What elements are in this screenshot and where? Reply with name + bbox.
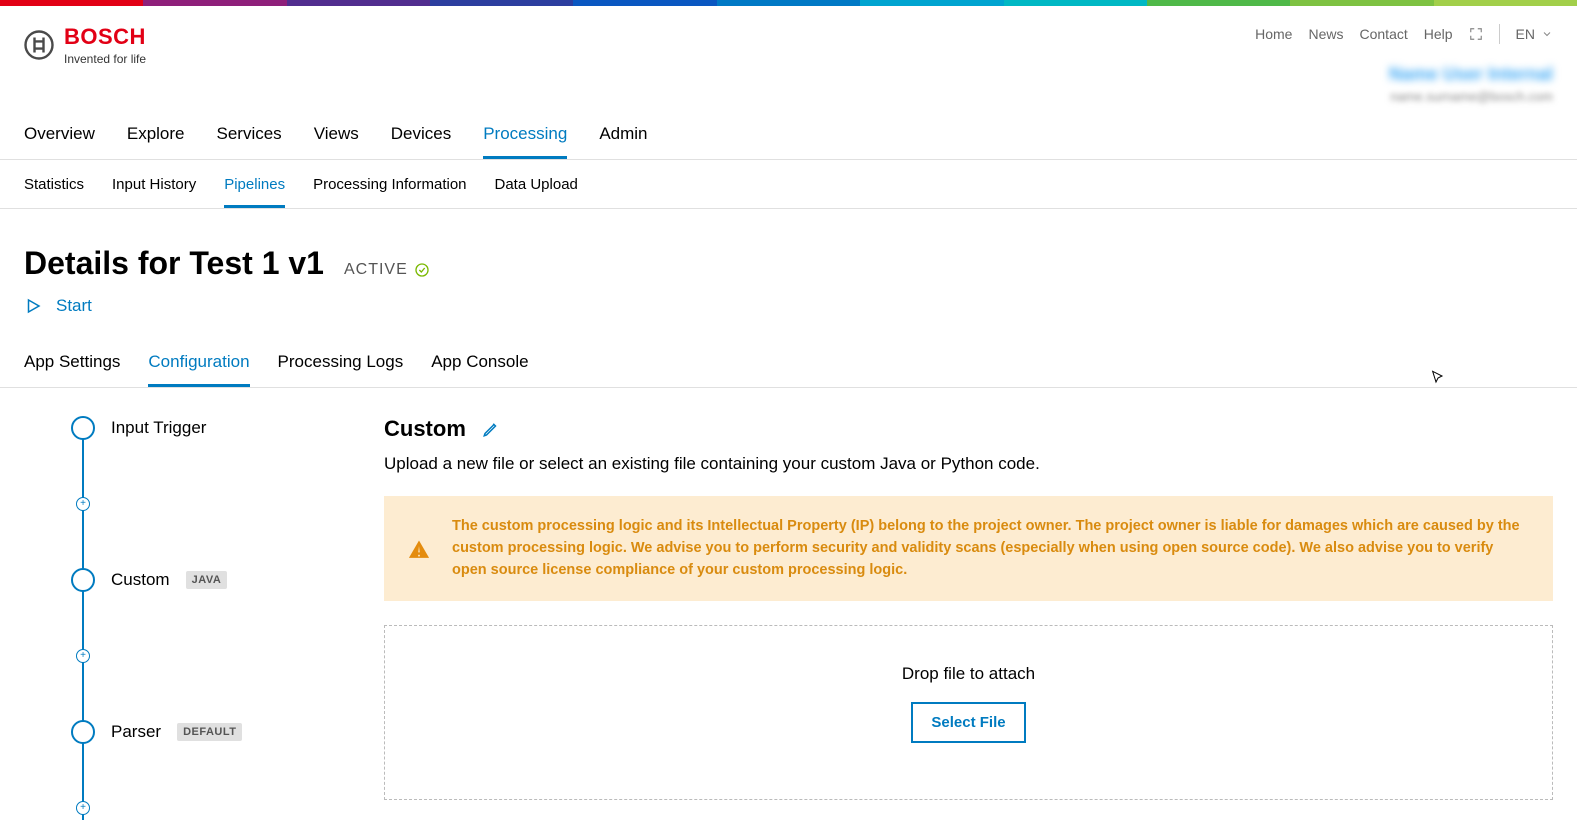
sub-nav-item-processing-information[interactable]: Processing Information <box>313 176 466 208</box>
nav-contact[interactable]: Contact <box>1360 26 1408 42</box>
drop-label: Drop file to attach <box>902 664 1035 684</box>
status-text: ACTIVE <box>344 261 408 279</box>
chevron-down-icon <box>1541 28 1553 40</box>
main-nav-item-devices[interactable]: Devices <box>391 124 451 159</box>
status-badge: ACTIVE <box>344 261 430 279</box>
main-nav-item-views[interactable]: Views <box>314 124 359 159</box>
bosch-logo-icon <box>24 30 54 60</box>
panel-title: Custom <box>384 416 466 442</box>
top-utility-nav: Home News Contact Help EN <box>1255 24 1553 44</box>
tab-app-settings[interactable]: App Settings <box>24 352 120 387</box>
main-nav: Overview Explore Services Views Devices Proce… <box>0 104 1577 160</box>
start-label: Start <box>56 296 92 316</box>
step-label: Parser <box>111 722 161 742</box>
config-panel: Custom Upload a new file or select an ex… <box>384 416 1553 820</box>
plus-icon: + <box>76 801 90 815</box>
brand-name: BOSCH <box>64 24 146 50</box>
fullscreen-icon[interactable] <box>1469 27 1483 41</box>
main-nav-item-admin[interactable]: Admin <box>599 124 647 159</box>
panel-description: Upload a new file or select an existing … <box>384 454 1553 474</box>
main-nav-item-services[interactable]: Services <box>217 124 282 159</box>
user-email: name.surname@bosch.com <box>1390 89 1553 104</box>
select-file-button[interactable]: Select File <box>911 702 1025 743</box>
nav-help[interactable]: Help <box>1424 26 1453 42</box>
user-info[interactable]: Name User Internal name.surname@bosch.co… <box>1389 64 1553 104</box>
tab-configuration[interactable]: Configuration <box>148 352 249 387</box>
logo[interactable]: BOSCH Invented for life <box>24 24 146 66</box>
brand-tagline: Invented for life <box>64 52 146 66</box>
plus-icon: + <box>76 649 90 663</box>
main-nav-item-explore[interactable]: Explore <box>127 124 185 159</box>
content-tabs: App Settings Configuration Processing Logs… <box>0 316 1577 388</box>
step-tag: JAVA <box>186 571 228 589</box>
plus-icon: + <box>76 497 90 511</box>
warning-text: The custom processing logic and its Inte… <box>452 516 1529 581</box>
sub-nav: Statistics Input History Pipelines Processi… <box>0 160 1577 209</box>
file-drop-zone[interactable]: Drop file to attach Select File <box>384 625 1553 800</box>
nav-home[interactable]: Home <box>1255 26 1292 42</box>
sub-nav-item-input-history[interactable]: Input History <box>112 176 196 208</box>
main-nav-item-processing[interactable]: Processing <box>483 124 567 159</box>
warning-banner: The custom processing logic and its Inte… <box>384 496 1553 601</box>
brand-stripe <box>0 0 1577 6</box>
tab-processing-logs[interactable]: Processing Logs <box>278 352 404 387</box>
language-selector[interactable]: EN <box>1516 26 1553 42</box>
step-label: Input Trigger <box>111 418 206 438</box>
step-add-after-custom[interactable]: + <box>60 644 364 668</box>
sub-nav-item-pipelines[interactable]: Pipelines <box>224 176 285 208</box>
check-circle-icon <box>414 262 430 278</box>
start-button[interactable]: Start <box>24 296 1553 316</box>
tab-app-console[interactable]: App Console <box>431 352 528 387</box>
play-icon <box>24 297 42 315</box>
step-tag: DEFAULT <box>177 723 242 741</box>
nav-news[interactable]: News <box>1308 26 1343 42</box>
sub-nav-item-statistics[interactable]: Statistics <box>24 176 84 208</box>
main-nav-item-overview[interactable]: Overview <box>24 124 95 159</box>
page-title: Details for Test 1 v1 <box>24 245 324 282</box>
step-add-after-parser[interactable]: + <box>60 796 364 820</box>
step-custom[interactable]: Custom JAVA <box>60 568 364 592</box>
sub-nav-item-data-upload[interactable]: Data Upload <box>495 176 578 208</box>
step-input-trigger[interactable]: Input Trigger <box>60 416 364 440</box>
user-name: Name User Internal <box>1389 64 1553 85</box>
step-label: Custom <box>111 570 170 590</box>
pencil-icon[interactable] <box>482 420 500 438</box>
warning-icon <box>408 518 430 581</box>
step-rail: Input Trigger + Custom JAVA + Parser DEF… <box>24 416 364 820</box>
step-add-after-input[interactable]: + <box>60 492 364 516</box>
language-label: EN <box>1516 26 1535 42</box>
step-parser[interactable]: Parser DEFAULT <box>60 720 364 744</box>
